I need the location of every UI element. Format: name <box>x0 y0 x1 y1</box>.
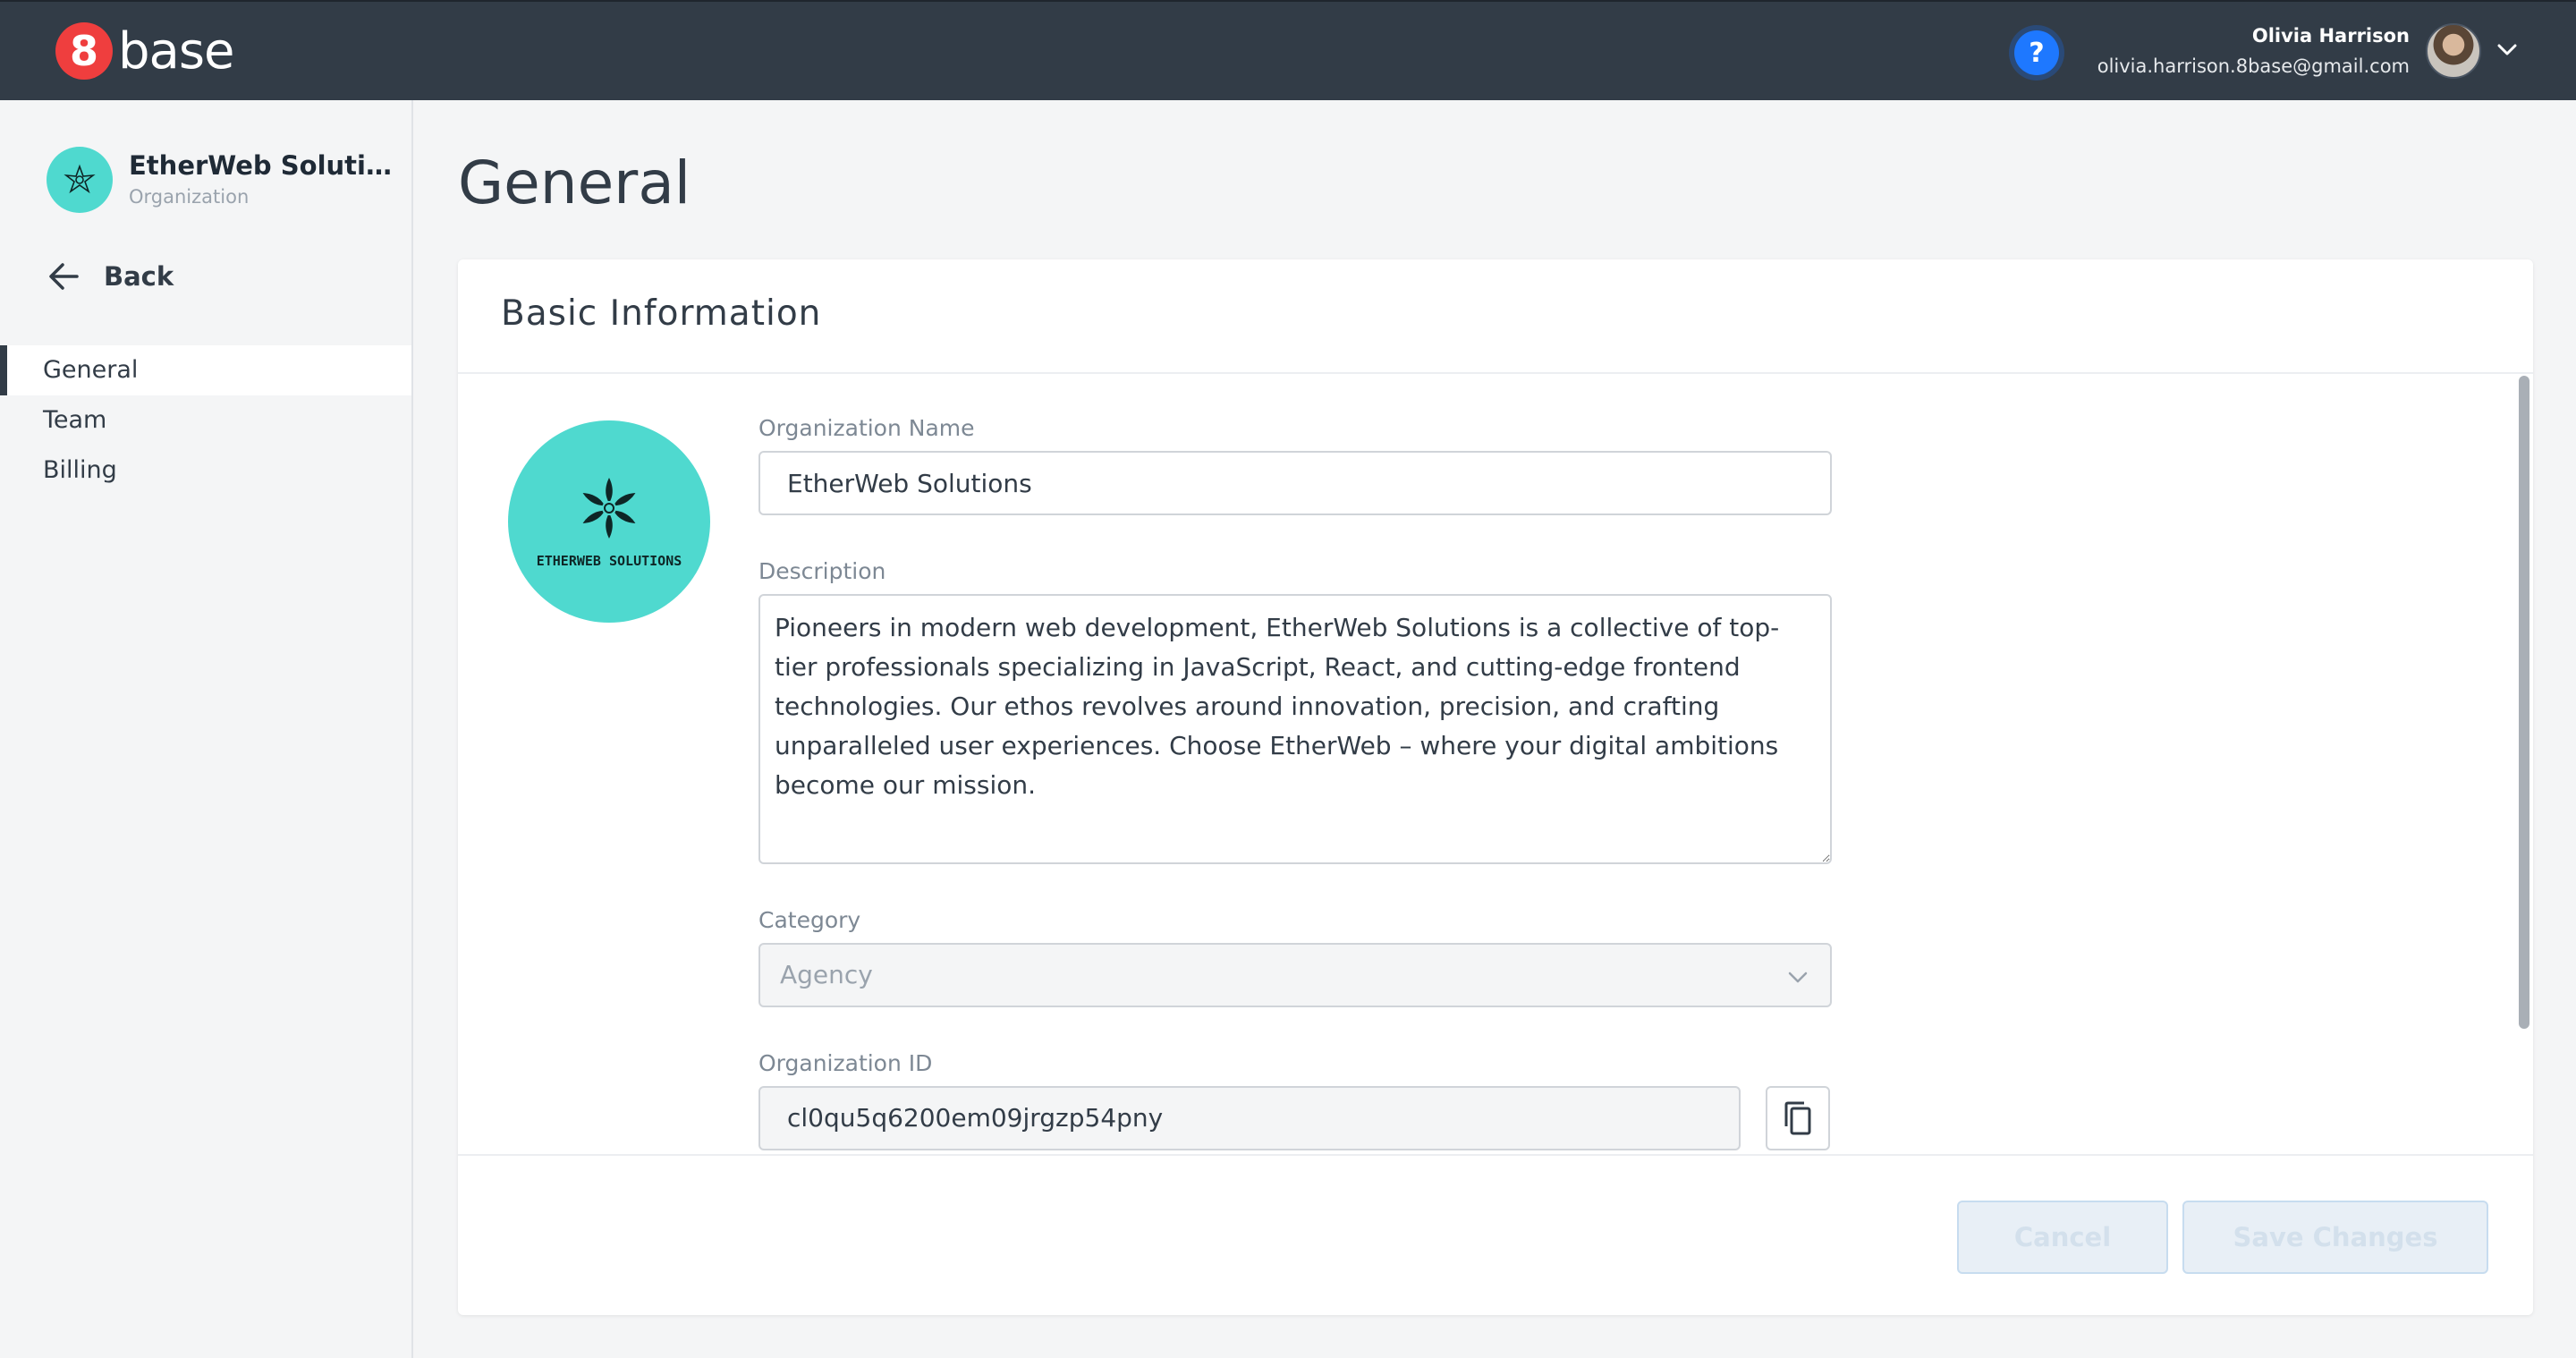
card-title: Basic Information <box>501 293 822 334</box>
8base-logo[interactable]: 8 base <box>55 21 234 81</box>
user-email: olivia.harrison.8base@gmail.com <box>2097 55 2410 77</box>
logo-badge: 8 <box>55 22 113 80</box>
page-title: General <box>458 149 691 217</box>
sidebar-item-team[interactable]: Team <box>0 395 411 446</box>
arrow-left-icon <box>49 263 79 290</box>
category-value: Agency <box>780 960 873 989</box>
help-icon[interactable]: ? <box>2014 30 2059 75</box>
sidebar-item-general[interactable]: General <box>0 345 411 395</box>
sidebar: EtherWeb Soluti… Organization Back Gener… <box>0 100 413 1358</box>
chevron-down-icon <box>1788 972 1808 983</box>
org-id-field[interactable]: cl0qu5q6200em09jrgzp54pny <box>758 1086 1741 1150</box>
top-bar: 8 base ? Olivia Harrison olivia.harrison… <box>0 0 2576 100</box>
description-label: Description <box>758 558 886 584</box>
basic-info-card: Basic Information ETHERWEB SOLUTIONS Org… <box>458 259 2533 1315</box>
org-logo-wordmark: ETHERWEB SOLUTIONS <box>536 553 682 569</box>
divider <box>458 372 2533 374</box>
org-subtitle: Organization <box>129 186 250 208</box>
org-name-input[interactable] <box>758 451 1832 515</box>
back-label: Back <box>104 261 174 292</box>
org-logo-upload[interactable]: ETHERWEB SOLUTIONS <box>508 420 710 623</box>
org-name: EtherWeb Soluti… <box>129 150 392 181</box>
description-textarea[interactable]: Pioneers in modern web development, Ethe… <box>758 594 1832 864</box>
chevron-down-icon[interactable] <box>2494 36 2521 63</box>
scrollbar-thumb[interactable] <box>2519 376 2529 1029</box>
org-id-label: Organization ID <box>758 1050 933 1076</box>
user-name: Olivia Harrison <box>2251 25 2410 47</box>
org-name-label: Organization Name <box>758 415 975 441</box>
save-changes-button[interactable]: Save Changes <box>2182 1201 2488 1274</box>
star-emblem-icon <box>64 164 96 194</box>
category-select[interactable]: Agency <box>758 943 1832 1007</box>
sidebar-item-billing[interactable]: Billing <box>0 446 411 496</box>
divider <box>458 1154 2533 1156</box>
copy-icon <box>1784 1101 1811 1135</box>
star-emblem-icon <box>582 478 636 539</box>
cancel-button[interactable]: Cancel <box>1957 1201 2168 1274</box>
category-label: Category <box>758 907 861 933</box>
org-avatar <box>47 147 113 213</box>
logo-text: base <box>118 21 234 81</box>
copy-button[interactable] <box>1766 1086 1830 1150</box>
back-link[interactable]: Back <box>47 256 174 297</box>
user-avatar[interactable] <box>2426 23 2481 79</box>
